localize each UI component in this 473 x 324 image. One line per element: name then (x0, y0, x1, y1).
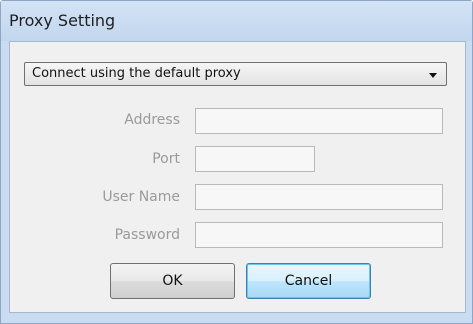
port-field[interactable] (195, 146, 315, 172)
title-bar[interactable]: Proxy Setting (1, 1, 472, 41)
ok-button[interactable]: OK (110, 263, 235, 299)
address-field[interactable] (195, 108, 443, 134)
password-label: Password (114, 227, 180, 243)
user-name-label: User Name (102, 189, 180, 205)
chevron-down-icon (429, 73, 437, 78)
proxy-mode-selected-value: Connect using the default proxy (32, 66, 241, 81)
password-field[interactable] (195, 222, 443, 248)
address-label: Address (124, 112, 180, 128)
cancel-button[interactable]: Cancel (246, 263, 371, 299)
user-name-field[interactable] (195, 184, 443, 210)
port-label: Port (152, 151, 180, 167)
proxy-mode-select[interactable]: Connect using the default proxy (24, 62, 447, 86)
dialog-title: Proxy Setting (9, 11, 116, 30)
